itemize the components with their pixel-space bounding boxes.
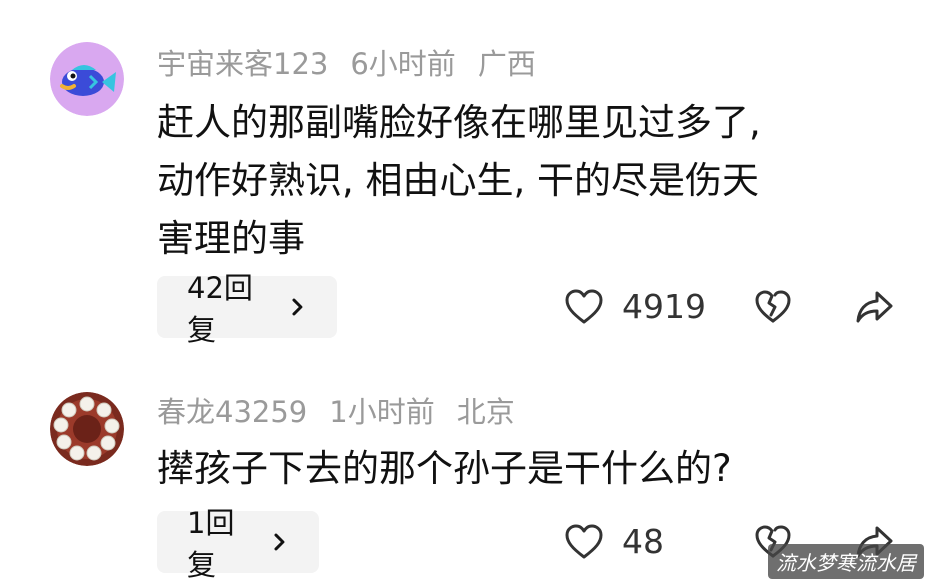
- like-count: 48: [622, 522, 664, 561]
- view-replies-button[interactable]: 1回复: [157, 506, 319, 582]
- like-button[interactable]: 4919: [564, 286, 706, 328]
- comment-location: 广西: [477, 47, 536, 81]
- comment-text-line: 撵孩子下去的那个孙子是干什么的?: [157, 447, 732, 490]
- dislike-button[interactable]: [754, 289, 792, 325]
- reply-count-label: 42回复: [187, 271, 253, 347]
- comment-item: 宇宙来客123 6小时前 广西 赶人的那副嘴脸好像在哪里见过多了, 动作好熟识, 相…: [0, 0, 932, 350]
- comment-time: 1小时前: [329, 395, 435, 429]
- like-count: 4919: [622, 287, 706, 326]
- chevron-right-icon: [274, 533, 285, 551]
- comment-text: 赶人的那副嘴脸好像在哪里见过多了, 动作好熟识, 相由心生, 干的尽是伤天 害理…: [157, 94, 897, 268]
- comment-text: 撵孩子下去的那个孙子是干什么的?: [157, 440, 897, 498]
- like-button[interactable]: 48: [564, 521, 664, 563]
- cartoon-fish-avatar-icon: [50, 42, 124, 116]
- comment-text-line: 赶人的那副嘴脸好像在哪里见过多了,: [157, 101, 761, 144]
- share-button[interactable]: [855, 289, 895, 325]
- user-avatar[interactable]: [50, 392, 124, 466]
- heart-outline-icon: [565, 524, 603, 559]
- username[interactable]: 宇宙来客123: [157, 44, 328, 84]
- heart-outline-icon: [565, 289, 603, 324]
- broken-heart-icon: [755, 290, 791, 323]
- watermark: 流水梦寒流水居: [768, 544, 924, 579]
- comment-text-line: 害理的事: [157, 217, 305, 260]
- comment-text-line: 动作好熟识, 相由心生, 干的尽是伤天: [157, 159, 760, 202]
- username[interactable]: 春龙43259: [157, 392, 307, 432]
- comment-meta: 宇宙来客123 6小时前 广西: [157, 44, 536, 84]
- view-replies-button[interactable]: 42回复: [157, 271, 337, 347]
- share-arrow-icon: [856, 291, 893, 323]
- comment-location: 北京: [456, 395, 515, 429]
- comment-time: 6小时前: [350, 47, 456, 81]
- comment-meta: 春龙43259 1小时前 北京: [157, 392, 515, 432]
- user-avatar[interactable]: [50, 42, 124, 116]
- reply-count-label: 1回复: [187, 506, 235, 582]
- chevron-right-icon: [292, 298, 303, 316]
- bead-bracelet-avatar-icon: [50, 392, 124, 466]
